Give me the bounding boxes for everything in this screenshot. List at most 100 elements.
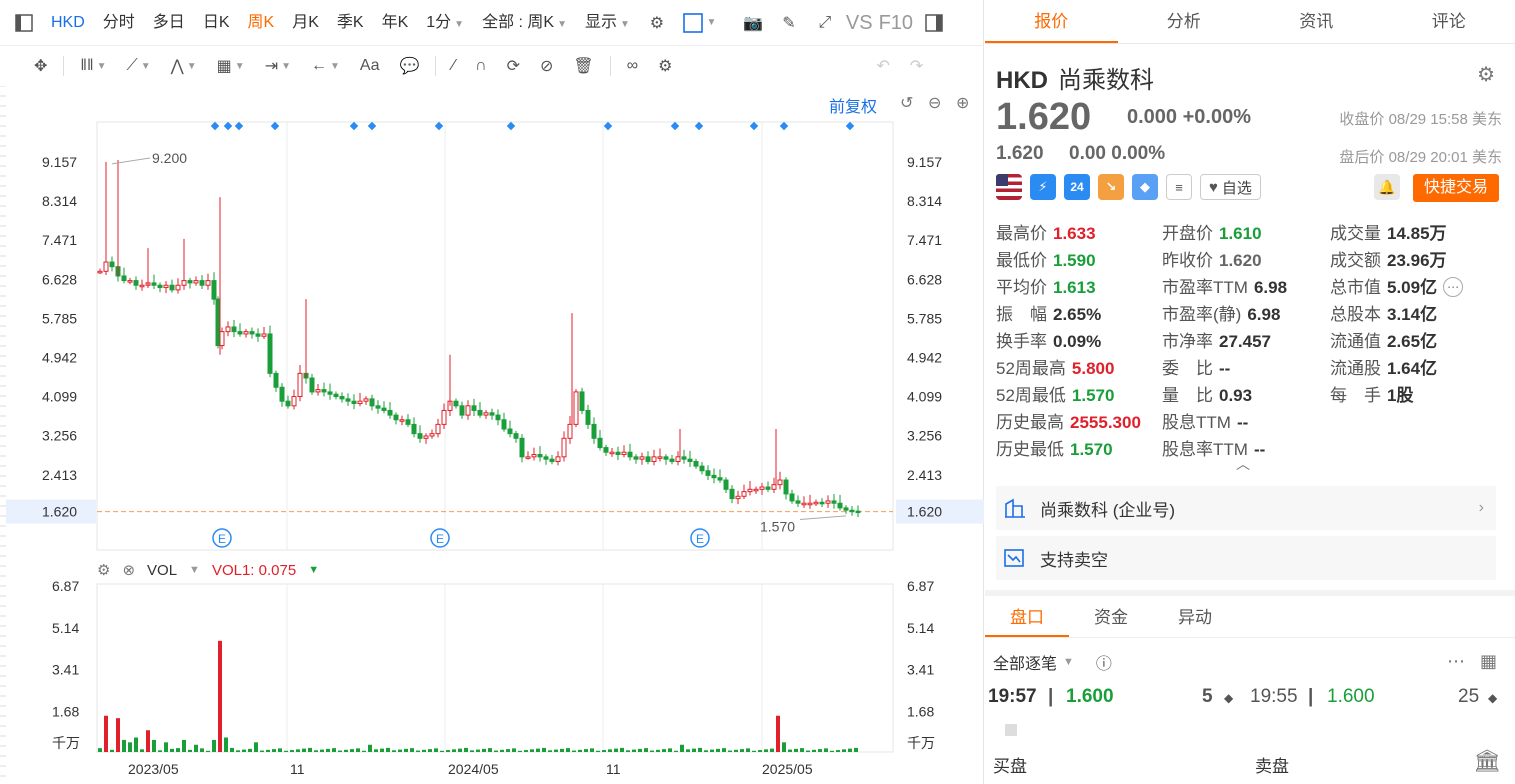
zoom-out-icon[interactable]: ⊖: [928, 93, 941, 113]
candle-body: [849, 509, 855, 513]
reset-icon[interactable]: ↺: [900, 93, 913, 113]
tab-minute-select[interactable]: 1分 ▼: [417, 0, 473, 46]
sync-icon[interactable]: ⟳: [507, 56, 520, 76]
enterprise-account-row[interactable]: 尚乘数科 (企业号) ›: [996, 486, 1496, 530]
stock-title: HKD 尚乘数科: [996, 60, 1154, 95]
y-tick-label: 9.157: [42, 154, 77, 170]
tab-timeshare[interactable]: 分时: [94, 0, 144, 46]
tab-yearly-k[interactable]: 年K: [373, 0, 418, 46]
tab-multiday[interactable]: 多日: [144, 0, 194, 46]
hide-icon[interactable]: ⊘: [540, 56, 553, 76]
info-icon[interactable]: ⓘ: [1096, 650, 1112, 674]
bell-icon[interactable]: 🔔: [1374, 174, 1400, 200]
event-diamond-icon[interactable]: [694, 121, 704, 131]
tab-comments[interactable]: 评论: [1383, 0, 1515, 43]
text-icon[interactable]: Aa: [360, 57, 380, 75]
event-diamond-icon[interactable]: [506, 121, 516, 131]
pencil-icon[interactable]: ✎: [779, 13, 799, 33]
more-icon[interactable]: ⋯: [1447, 651, 1465, 672]
fib-icon[interactable]: ▦ ▼: [217, 56, 245, 76]
redo-icon[interactable]: ↷: [910, 56, 923, 76]
stat-value: 1.610: [1219, 224, 1262, 243]
f10-button[interactable]: F10: [876, 0, 916, 46]
caret-down-icon[interactable]: ▼: [308, 564, 319, 576]
watchlist-button[interactable]: ♥ 自选: [1200, 174, 1261, 200]
quick-trade-button[interactable]: 快捷交易: [1413, 174, 1499, 202]
undo-icon[interactable]: ↶: [876, 56, 889, 76]
event-diamond-icon[interactable]: [670, 121, 680, 131]
comment-icon[interactable]: 💬: [400, 56, 420, 76]
event-diamond-icon[interactable]: [603, 121, 613, 131]
event-diamond-icon[interactable]: [270, 121, 280, 131]
move-icon[interactable]: ✥: [34, 56, 47, 76]
trash-icon[interactable]: 🗑: [573, 56, 593, 76]
sidebar-toggle-icon[interactable]: [14, 13, 34, 33]
y-tick-label: 6.628: [42, 271, 77, 287]
event-diamond-icon[interactable]: [210, 121, 220, 131]
tab-daily-k[interactable]: 日K: [194, 0, 239, 46]
badge-24-icon[interactable]: 24: [1064, 174, 1090, 200]
event-diamond-icon[interactable]: [434, 121, 444, 131]
arrow-icon[interactable]: ← ▼: [311, 57, 340, 75]
stat-label: 市盈率TTM: [1162, 278, 1248, 297]
grid-icon[interactable]: ▦: [1480, 651, 1497, 672]
tab-analysis[interactable]: 分析: [1118, 0, 1251, 43]
magnet-icon[interactable]: ∩: [475, 57, 487, 75]
document-icon[interactable]: ≡: [1166, 174, 1192, 200]
event-diamond-icon[interactable]: [223, 121, 233, 131]
event-diamond-icon[interactable]: [749, 121, 759, 131]
event-diamond-icon[interactable]: [234, 121, 244, 131]
chevron-down-icon[interactable]: ▼: [189, 564, 200, 576]
candle-body: [621, 451, 627, 456]
range-select[interactable]: 全部 : 周K ▼: [473, 0, 576, 46]
fullscreen-icon[interactable]: ⤢: [815, 13, 835, 33]
settings-icon[interactable]: ⚙: [647, 13, 667, 33]
tab-weekly-k[interactable]: 周K: [239, 0, 284, 46]
tab-monthly-k[interactable]: 月K: [283, 0, 328, 46]
trend-line-icon[interactable]: ⟋ ▼: [127, 57, 151, 75]
tab-quote[interactable]: 报价: [985, 0, 1118, 43]
x-tick-label: 11: [606, 761, 621, 777]
kline-chart[interactable]: 9.157 9.157 8.314 8.314 7.471 7.471 6.628 6.628…: [0, 86, 984, 784]
short-sell-row[interactable]: 支持卖空: [996, 536, 1496, 580]
tab-news[interactable]: 资讯: [1250, 0, 1383, 43]
event-diamond-icon[interactable]: [349, 121, 359, 131]
vertical-lines-icon[interactable]: ‖‖ ▼: [80, 57, 106, 75]
tab-quarterly-k[interactable]: 季K: [328, 0, 373, 46]
trades-filter[interactable]: 全部逐笔 ▼ ⓘ: [993, 650, 1112, 674]
collapse-icon[interactable]: ︿: [1236, 454, 1250, 474]
event-diamond-icon[interactable]: [367, 121, 377, 131]
adjust-label[interactable]: 前复权: [829, 93, 877, 117]
settings-icon[interactable]: ⚙: [97, 561, 110, 579]
bank-icon[interactable]: 🏛: [1473, 748, 1501, 774]
symbol-label[interactable]: HKD: [42, 0, 94, 46]
stats-row: 52周最高 5.800 委 比 -- 流通股 1.64亿: [996, 355, 1506, 382]
close-icon[interactable]: ⊗: [122, 561, 135, 579]
tag-icon[interactable]: ◆: [1132, 174, 1158, 200]
settings-icon[interactable]: ⚙: [1477, 62, 1495, 87]
vol-title[interactable]: VOL: [147, 562, 177, 579]
panel-toggle-icon[interactable]: [924, 13, 944, 33]
trend-icon[interactable]: ↘: [1098, 174, 1124, 200]
event-diamond-icon[interactable]: [779, 121, 789, 131]
brush-icon[interactable]: ⁄: [452, 57, 455, 75]
us-flag-icon[interactable]: [996, 174, 1022, 200]
event-diamond-icon[interactable]: [845, 121, 855, 131]
vs-button[interactable]: VS: [843, 0, 876, 46]
layout-select-icon[interactable]: ▼: [683, 12, 717, 33]
tab-capital[interactable]: 资金: [1069, 598, 1153, 637]
tab-orderbook[interactable]: 盘口: [985, 598, 1069, 637]
display-select[interactable]: 显示 ▼: [576, 0, 639, 46]
tab-movement[interactable]: 异动: [1153, 598, 1237, 637]
pattern-icon[interactable]: ⋀ ▼: [171, 56, 197, 76]
zoom-in-icon[interactable]: ⊕: [956, 93, 969, 113]
stock-name: 尚乘数科: [1058, 67, 1154, 94]
more-icon[interactable]: ⋯: [1443, 277, 1464, 297]
stat-value: --: [1219, 359, 1231, 378]
link-icon[interactable]: ∞: [627, 57, 638, 75]
settings-icon[interactable]: ⚙: [658, 56, 672, 76]
measure-icon[interactable]: ⇥ ▼: [265, 56, 291, 76]
stats-row: 换手率 0.09% 市净率 27.457 流通值 2.65亿: [996, 328, 1506, 355]
camera-icon[interactable]: 📷: [743, 13, 763, 33]
lightning-icon[interactable]: ⚡: [1030, 174, 1056, 200]
